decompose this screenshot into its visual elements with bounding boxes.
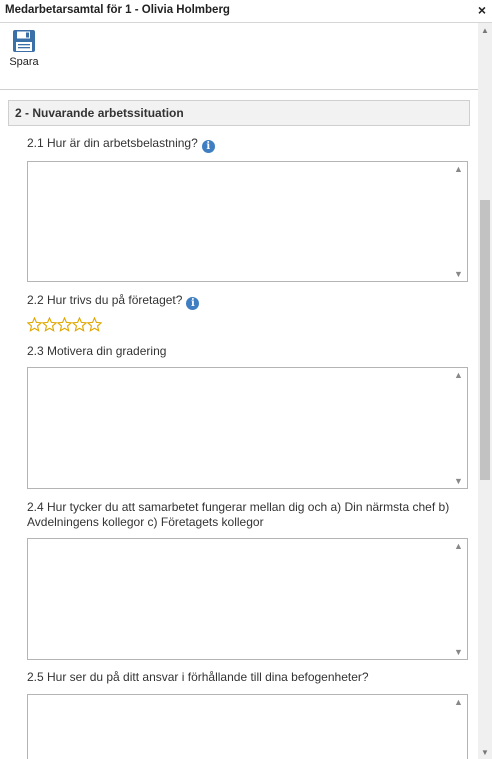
star-icon[interactable] <box>72 317 87 332</box>
question-label-2-2: 2.2 Hur trivs du på företaget? i <box>27 293 200 310</box>
answer-textarea-2-1[interactable]: ▲ ▼ <box>27 161 468 282</box>
toolbar: Spara <box>0 23 478 90</box>
scroll-up-icon[interactable]: ▲ <box>454 370 463 380</box>
form-content: 2 - Nuvarande arbetssituation 2.1 Hur är… <box>0 90 478 759</box>
scroll-down-icon[interactable]: ▼ <box>481 748 489 757</box>
scroll-down-icon[interactable]: ▼ <box>454 476 463 486</box>
info-icon[interactable]: i <box>201 140 215 153</box>
section-header: 2 - Nuvarande arbetssituation <box>8 100 470 126</box>
star-icon[interactable] <box>42 317 57 332</box>
scroll-up-icon[interactable]: ▲ <box>454 697 463 707</box>
answer-textarea-2-3[interactable]: ▲ ▼ <box>27 367 468 489</box>
question-text: 2.2 Hur trivs du på företaget? <box>27 293 183 307</box>
floppy-disk-icon <box>13 30 35 52</box>
scroll-up-icon[interactable]: ▲ <box>454 164 463 174</box>
scroll-up-icon[interactable]: ▲ <box>481 26 489 35</box>
scroll-up-icon[interactable]: ▲ <box>454 541 463 551</box>
star-icon[interactable] <box>27 317 42 332</box>
window-titlebar: Medarbetarsamtal för 1 - Olivia Holmberg… <box>0 0 492 23</box>
question-label-2-1: 2.1 Hur är din arbetsbelastning? i <box>27 136 215 153</box>
window-title: Medarbetarsamtal för 1 - Olivia Holmberg <box>5 4 230 16</box>
textarea-scrollbar[interactable]: ▲ ▼ <box>451 539 467 659</box>
star-icon[interactable] <box>57 317 72 332</box>
save-button[interactable]: Spara <box>9 30 39 68</box>
scrollbar-thumb[interactable] <box>480 200 490 480</box>
textarea-scrollbar[interactable]: ▲ ▼ <box>451 162 467 281</box>
question-text: 2.4 Hur tycker du att samarbetet fungera… <box>27 500 450 529</box>
info-icon[interactable]: i <box>186 297 200 310</box>
star-rating <box>27 317 102 333</box>
answer-textarea-2-5[interactable]: ▲ <box>27 694 468 759</box>
scroll-down-icon[interactable]: ▼ <box>454 647 463 657</box>
star-icon[interactable] <box>87 317 102 332</box>
section-title: 2 - Nuvarande arbetssituation <box>15 106 184 120</box>
question-label-2-5: 2.5 Hur ser du på ditt ansvar i förhålla… <box>27 670 369 685</box>
question-label-2-4: 2.4 Hur tycker du att samarbetet fungera… <box>27 500 457 530</box>
question-text: 2.5 Hur ser du på ditt ansvar i förhålla… <box>27 670 369 684</box>
question-label-2-3: 2.3 Motivera din gradering <box>27 344 166 359</box>
scroll-down-icon[interactable]: ▼ <box>454 269 463 279</box>
textarea-scrollbar[interactable]: ▲ ▼ <box>451 368 467 488</box>
save-button-label: Spara <box>9 56 39 68</box>
question-text: 2.3 Motivera din gradering <box>27 344 167 358</box>
page-scrollbar[interactable]: ▲ ▼ <box>478 23 492 759</box>
answer-textarea-2-4[interactable]: ▲ ▼ <box>27 538 468 660</box>
close-icon[interactable]: × <box>478 2 486 18</box>
question-text: 2.1 Hur är din arbetsbelastning? <box>27 136 198 150</box>
textarea-scrollbar[interactable]: ▲ <box>451 695 467 759</box>
